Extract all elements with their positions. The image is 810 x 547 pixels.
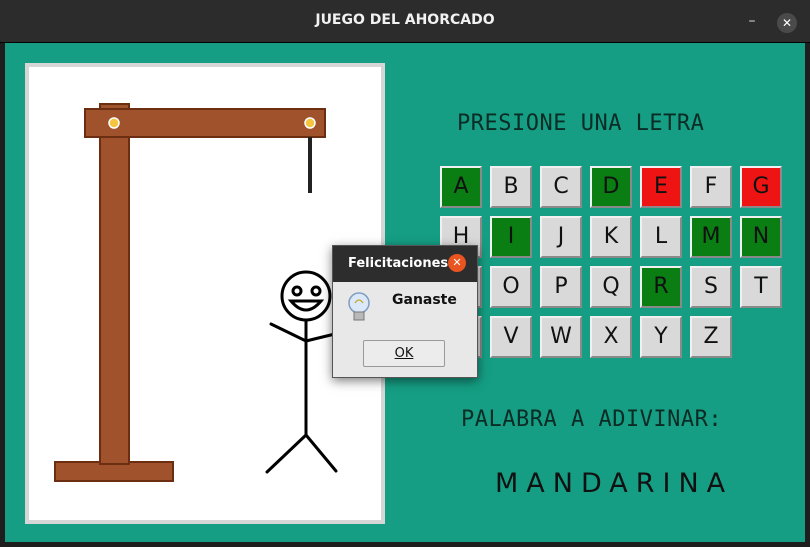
- window-title: JUEGO DEL AHORCADO: [315, 12, 495, 28]
- ok-button[interactable]: OK: [363, 340, 445, 367]
- letter-key-i[interactable]: I: [490, 216, 532, 258]
- hangman-drawing: [54, 103, 341, 482]
- window-close-button[interactable]: ✕: [777, 13, 797, 33]
- letter-key-n[interactable]: N: [740, 216, 782, 258]
- figure-head: [280, 270, 332, 322]
- window-titlebar: JUEGO DEL AHORCADO – ✕: [0, 0, 810, 43]
- word-display: MANDARINA: [495, 468, 734, 499]
- stick-figure: [265, 270, 341, 474]
- beam-bolt-left: [108, 117, 120, 129]
- letter-key-d[interactable]: D: [590, 166, 632, 208]
- win-dialog: Felicitaciones ✕ Ganaste OK: [332, 245, 478, 378]
- letter-key-z[interactable]: Z: [690, 316, 732, 358]
- rope: [308, 137, 312, 193]
- letter-key-q[interactable]: Q: [590, 266, 632, 308]
- dialog-title: Felicitaciones: [348, 256, 449, 271]
- letter-keyboard: ABCDEFGHIJKLMNÑOPQRSTUVWXYZ: [440, 166, 790, 366]
- instruction-text: PRESIONE UNA LETRA: [457, 111, 705, 136]
- letter-key-e[interactable]: E: [640, 166, 682, 208]
- letter-key-f[interactable]: F: [690, 166, 732, 208]
- gallows-post: [99, 103, 130, 465]
- letter-key-m[interactable]: M: [690, 216, 732, 258]
- gallows-beam: [84, 108, 326, 138]
- letter-key-w[interactable]: W: [540, 316, 582, 358]
- word-label: PALABRA A ADIVINAR:: [461, 407, 723, 432]
- lightbulb-icon: [348, 292, 370, 321]
- beam-bolt-right: [304, 117, 316, 129]
- letter-key-k[interactable]: K: [590, 216, 632, 258]
- letter-key-t[interactable]: T: [740, 266, 782, 308]
- letter-key-r[interactable]: R: [640, 266, 682, 308]
- letter-key-c[interactable]: C: [540, 166, 582, 208]
- letter-key-s[interactable]: S: [690, 266, 732, 308]
- letter-key-p[interactable]: P: [540, 266, 582, 308]
- letter-key-x[interactable]: X: [590, 316, 632, 358]
- dialog-close-button[interactable]: ✕: [448, 254, 466, 272]
- figure-leg-right: [304, 433, 338, 473]
- letter-key-a[interactable]: A: [440, 166, 482, 208]
- figure-leg-left: [265, 433, 308, 474]
- figure-arm-left: [269, 322, 308, 343]
- letter-key-l[interactable]: L: [640, 216, 682, 258]
- letter-key-j[interactable]: J: [540, 216, 582, 258]
- letter-key-o[interactable]: O: [490, 266, 532, 308]
- dialog-message: Ganaste: [392, 292, 457, 308]
- hangman-canvas: [25, 63, 385, 524]
- minimize-icon[interactable]: –: [745, 14, 759, 28]
- letter-key-g[interactable]: G: [740, 166, 782, 208]
- letter-key-b[interactable]: B: [490, 166, 532, 208]
- dialog-titlebar: Felicitaciones ✕: [333, 246, 477, 282]
- letter-key-y[interactable]: Y: [640, 316, 682, 358]
- letter-key-v[interactable]: V: [490, 316, 532, 358]
